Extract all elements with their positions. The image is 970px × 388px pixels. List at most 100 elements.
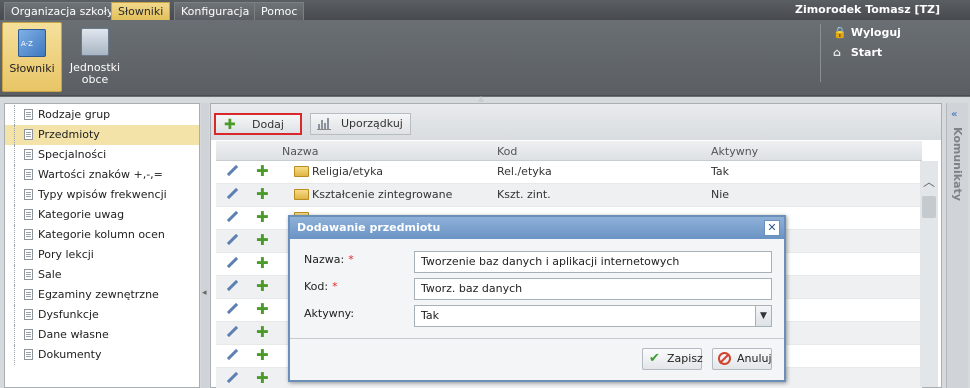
sidebar-item-label: Kategorie kolumn ocen [38,228,165,241]
collapse-ribbon-icon[interactable]: ▲ [478,95,492,103]
active-select[interactable]: Tak ▼ [414,305,772,327]
add-button[interactable]: ✚ Dodaj [214,113,302,135]
expand-double-chevron-icon[interactable]: « [951,109,957,120]
add-child-icon[interactable]: ✚ [256,162,269,180]
tab-konfiguracja[interactable]: Konfiguracja [174,2,257,20]
add-child-icon[interactable]: ✚ [256,208,269,226]
sidebar-item-label: Dokumenty [38,348,102,361]
sidebar-item-label: Rodzaje grup [38,108,111,121]
scrollbar-thumb[interactable] [922,196,936,218]
document-icon [24,209,33,220]
edit-pencil-icon[interactable] [226,303,238,315]
sidebar-item-sale[interactable]: Sale [5,265,199,285]
sidebar-splitter[interactable]: ◂ [201,103,209,388]
save-button[interactable]: ✔ Zapisz [642,348,703,370]
column-header-code[interactable]: Kod [497,145,517,158]
document-icon [24,309,33,320]
name-label: Nazwa: * [304,253,354,266]
sidebar-item-typy-wpisow-frekwencji[interactable]: Typy wpisów frekwencji [5,185,199,205]
table-row[interactable]: ✚ Kształcenie zintegrowane Kszt. zint. N… [216,184,922,207]
chevron-down-icon[interactable]: ▼ [755,306,771,326]
name-label-text: Nazwa: [304,253,345,266]
grid-scrollbar[interactable]: ︿ [920,161,938,387]
edit-pencil-icon[interactable] [226,349,238,361]
add-child-icon[interactable]: ✚ [256,300,269,318]
scroll-up-icon[interactable]: ︿ [923,173,935,190]
save-label: Zapisz [667,352,703,365]
add-child-icon[interactable]: ✚ [256,369,269,387]
add-label: Dodaj [252,118,284,131]
column-header-name[interactable]: Nazwa [282,145,318,158]
add-child-icon[interactable]: ✚ [256,231,269,249]
ribbon: Słowniki Jednostki obce 🔒 Wyloguj ⌂ Star… [0,20,970,96]
collapse-left-icon[interactable]: ◂ [202,288,207,298]
name-field[interactable]: Tworzenie baz danych i aplikacji interne… [414,251,772,273]
tab-pomoc[interactable]: Pomoc [254,2,305,20]
sidebar-item-kategorie-uwag[interactable]: Kategorie uwag [5,205,199,225]
document-icon [24,149,33,160]
tab-organizacja-szkoly[interactable]: Organizacja szkoły [4,2,121,20]
sidebar-item-specjalnosci[interactable]: Specjalności [5,145,199,165]
edit-pencil-icon[interactable] [226,188,238,200]
messages-rail[interactable]: « Komunikaty [946,103,968,388]
sidebar-item-pory-lekcji[interactable]: Pory lekcji [5,245,199,265]
order-label: Uporządkuj [341,117,403,130]
tab-slowniki[interactable]: Słowniki [111,2,171,20]
slowniki-button[interactable]: Słowniki [2,22,62,92]
cancel-label: Anuluj [737,352,772,365]
code-label-text: Kod: [304,280,329,293]
sidebar-item-przedmioty[interactable]: Przedmioty [5,125,199,145]
add-child-icon[interactable]: ✚ [256,323,269,341]
user-name: Zimorodek Tomasz [TZ] [794,3,940,16]
cancel-button[interactable]: Anuluj [712,348,772,370]
order-button[interactable]: Uporządkuj [310,113,411,135]
sidebar-item-egzaminy-zewnetrzne[interactable]: Egzaminy zewnętrzne [5,285,199,305]
edit-pencil-icon[interactable] [226,211,238,223]
edit-pencil-icon[interactable] [226,326,238,338]
sidebar-item-wartosci-znakow[interactable]: Wartości znaków +,-,= [5,165,199,185]
sidebar-item-label: Sale [38,268,62,281]
add-child-icon[interactable]: ✚ [256,185,269,203]
code-label: Kod: * [304,280,338,293]
edit-pencil-icon[interactable] [226,280,238,292]
cell-code: Rel./etyka [497,165,552,178]
add-child-icon[interactable]: ✚ [256,254,269,272]
active-label: Aktywny: [304,307,354,320]
start-link[interactable]: ⌂ Start [833,46,882,59]
sidebar-item-label: Typy wpisów frekwencji [38,188,167,201]
close-icon[interactable]: ✕ [764,220,780,236]
wyloguj-link[interactable]: 🔒 Wyloguj [833,26,901,39]
document-icon [24,289,33,300]
chart-icon [317,118,331,130]
sidebar-item-dokumenty[interactable]: Dokumenty [5,345,199,365]
jednostki-obce-button[interactable]: Jednostki obce [66,22,124,92]
sidebar-item-label: Pory lekcji [38,248,94,261]
sidebar-item-label: Przedmioty [38,128,100,141]
cell-name: Religia/etyka [312,165,384,178]
plus-icon: ✚ [224,117,236,133]
document-icon [24,129,33,140]
document-icon [24,169,33,180]
sidebar-item-kategorie-kolumn-ocen[interactable]: Kategorie kolumn ocen [5,225,199,245]
dictionary-icon [18,29,46,57]
dialog-title: Dodawanie przedmiotu [290,217,784,239]
add-subject-dialog: Dodawanie przedmiotu ✕ Nazwa: * Tworzenie… [288,215,786,382]
column-header-active[interactable]: Aktywny [711,145,758,158]
document-icon [24,109,33,120]
edit-pencil-icon[interactable] [226,257,238,269]
cell-code: Kszt. zint. [497,188,551,201]
edit-pencil-icon[interactable] [226,234,238,246]
document-icon [24,249,33,260]
sidebar-item-dysfunkcje[interactable]: Dysfunkcje [5,305,199,325]
sidebar-item-rodzaje-grup[interactable]: Rodzaje grup [5,105,199,125]
add-child-icon[interactable]: ✚ [256,277,269,295]
edit-pencil-icon[interactable] [226,165,238,177]
edit-pencil-icon[interactable] [226,372,238,384]
cell-active: Nie [711,188,730,201]
document-icon [24,329,33,340]
code-field[interactable]: Tworz. baz danych [414,278,772,300]
sidebar-item-dane-wlasne[interactable]: Dane własne [5,325,199,345]
add-child-icon[interactable]: ✚ [256,346,269,364]
active-select-value: Tak [421,309,440,322]
table-row[interactable]: ✚ Religia/etyka Rel./etyka Tak [216,161,922,184]
